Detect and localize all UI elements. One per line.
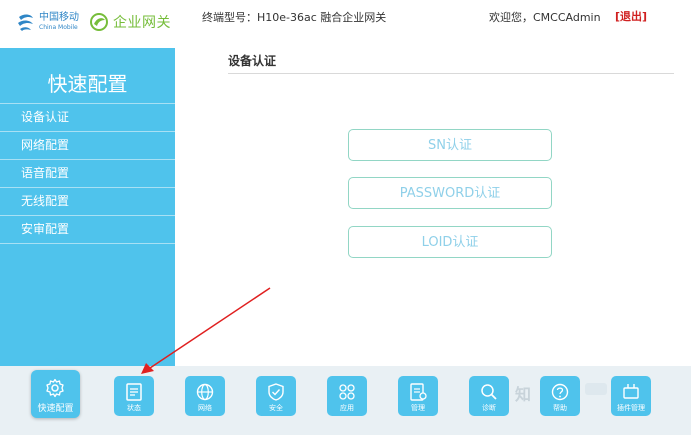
logo-area: 中国移动 China Mobile 企业网关 (0, 0, 175, 48)
toolbar-label: 安全 (269, 404, 283, 412)
toolbar-manage[interactable]: 管理 (398, 376, 438, 416)
manage-icon (410, 383, 427, 401)
help-icon (551, 383, 569, 401)
toolbar-label: 诊断 (482, 404, 496, 412)
toolbar-network[interactable]: 网络 (185, 376, 225, 416)
section-title: 设备认证 (228, 54, 277, 68)
sidebar-item-wireless-config[interactable]: 无线配置 (0, 188, 175, 216)
sidebar-item-network-config[interactable]: 网络配置 (0, 132, 175, 160)
status-icon (126, 383, 142, 401)
logout-link[interactable]: [退出] (615, 8, 647, 24)
toolbar-diagnose[interactable]: 诊断 (469, 376, 509, 416)
search-icon (481, 384, 497, 400)
enterprise-gateway-logo: 企业网关 (88, 12, 171, 32)
toolbar-label: 应用 (340, 404, 354, 412)
toolbar-apps[interactable]: 应用 (327, 376, 367, 416)
password-auth-button[interactable]: PASSWORD认证 (348, 177, 552, 209)
bottom-toolbar: 快速配置 状态 网络 安全 应用 管理 诊断 帮助 插件管理 (0, 366, 691, 435)
sidebar-title: 快速配置 (47, 72, 128, 96)
toolbar-label: 管理 (411, 404, 425, 412)
sidebar-item-device-auth[interactable]: 设备认证 (0, 104, 175, 132)
toolbar-plugin-manage[interactable]: 插件管理 (611, 376, 651, 416)
toolbar-label: 帮助 (553, 404, 567, 412)
toolbar-quick-config[interactable]: 快速配置 (31, 370, 80, 418)
apps-icon (339, 384, 355, 400)
plugin-icon (623, 384, 639, 399)
sidebar-menu: 设备认证 网络配置 语音配置 无线配置 安审配置 (0, 103, 175, 244)
sidebar-item-audit-config[interactable]: 安审配置 (0, 216, 175, 244)
loid-auth-button[interactable]: LOID认证 (348, 226, 552, 258)
page: 中国移动 China Mobile 企业网关 终端型号：H10e-36ac 融合… (0, 0, 691, 435)
section-divider (228, 73, 674, 74)
globe-icon (196, 383, 214, 401)
toolbar-security[interactable]: 安全 (256, 376, 296, 416)
china-mobile-swirl-icon (18, 14, 33, 31)
gear-icon (46, 378, 64, 398)
sn-auth-button[interactable]: SN认证 (348, 129, 552, 161)
china-mobile-logo: 中国移动 China Mobile (16, 11, 79, 33)
toolbar-label: 网络 (198, 404, 212, 412)
toolbar-status[interactable]: 状态 (114, 376, 154, 416)
china-mobile-cn: 中国移动 (39, 12, 79, 23)
watermark: 知 (515, 385, 532, 404)
sidebar-item-voice-config[interactable]: 语音配置 (0, 160, 175, 188)
device-model: 终端型号：H10e-36ac 融合企业网关 (202, 11, 387, 24)
sidebar: 快速配置 设备认证 网络配置 语音配置 无线配置 安审配置 (0, 48, 175, 366)
enterprise-gateway-text: 企业网关 (113, 15, 171, 31)
toolbar-label: 状态 (127, 404, 141, 412)
leaf-icon (90, 13, 108, 31)
shield-icon (268, 383, 284, 401)
welcome-text: 欢迎您，CMCCAdmin (489, 11, 601, 24)
header: 终端型号：H10e-36ac 融合企业网关 欢迎您，CMCCAdmin [退出] (175, 0, 691, 40)
toolbar-help[interactable]: 帮助 (540, 376, 580, 416)
china-mobile-en: China Mobile (39, 24, 78, 31)
blur-overlay (585, 383, 607, 395)
toolbar-label: 快速配置 (37, 404, 74, 414)
active-tab-caret (50, 358, 64, 366)
toolbar-label: 插件管理 (617, 404, 645, 412)
